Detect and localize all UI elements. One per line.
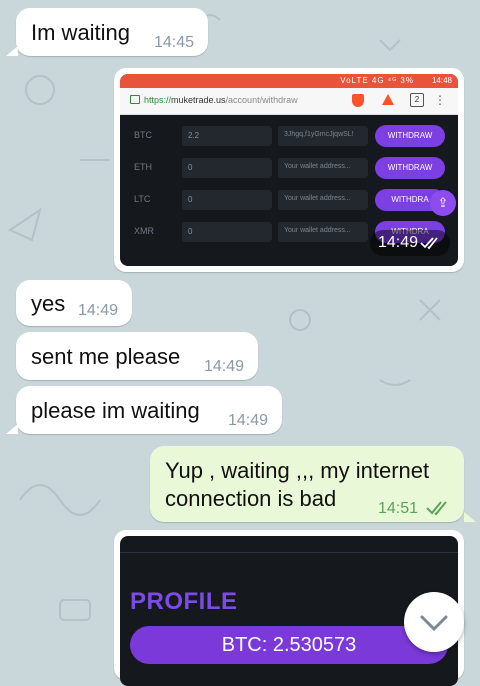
amount-value: 0 <box>188 163 193 172</box>
bubble-tail <box>464 512 476 522</box>
coin-label: BTC <box>134 130 152 140</box>
tab-count-icon: 2 <box>410 93 424 107</box>
wallet-value: Your wallet address... <box>284 163 351 170</box>
incoming-message[interactable]: sent me please 14:49 <box>16 332 258 380</box>
status-icons: VoLTE 4G ⁴ᴳ 3% <box>340 76 414 85</box>
wallet-field: Your wallet address... <box>278 190 368 210</box>
message-text: Im waiting <box>31 20 131 45</box>
status-time: 14:48 <box>431 76 452 85</box>
wallet-value: 3Jhgq,f1yGmcJjqwSL! <box>284 131 354 138</box>
photo-time: 14:49 <box>378 234 419 251</box>
photo-time-overlay: 14:49 <box>370 230 450 256</box>
deposit-icon: ⇪ <box>430 190 456 216</box>
profile-heading: PROFILE <box>130 588 238 615</box>
url-text: https://muketrade.us/account/withdraw <box>144 95 298 105</box>
coin-label: XMR <box>134 226 154 236</box>
withdraw-button: WITHDRAW <box>375 157 445 179</box>
message-time: 14:49 <box>228 412 269 429</box>
amount-value: 0 <box>188 195 193 204</box>
message-time: 14:45 <box>154 34 195 51</box>
wallet-field: 3Jhgq,f1yGmcJjqwSL! <box>278 126 368 146</box>
wallet-value: Your wallet address... <box>284 195 351 202</box>
url-domain: muketrade.us <box>171 95 226 105</box>
amount-value: 0 <box>188 227 193 236</box>
wallet-field: Your wallet address... <box>278 222 368 242</box>
coin-label: ETH <box>134 162 152 172</box>
message-time: 14:51 <box>378 500 419 517</box>
url-prefix: https:// <box>144 95 172 105</box>
message-text-line1: Yup , waiting ,,, my internet <box>165 458 430 483</box>
message-text: sent me please <box>31 344 181 369</box>
withdraw-row-eth: ETH 0 Your wallet address... WITHDRAW <box>120 154 458 184</box>
phone-status-bar: VoLTE 4G ⁴ᴳ 3% 14:48 <box>120 74 458 88</box>
brave-shield-icon <box>352 94 364 107</box>
photo-message-withdraw-screenshot[interactable]: VoLTE 4G ⁴ᴳ 3% 14:48 https://muketrade.u… <box>114 68 464 272</box>
divider <box>120 552 458 553</box>
bubble-tail <box>6 424 18 434</box>
btc-balance: BTC: 2.530573 <box>130 626 448 664</box>
double-check-icon <box>420 237 438 250</box>
lock-icon <box>130 95 140 104</box>
browser-url-bar: https://muketrade.us/account/withdraw 2 … <box>120 88 458 115</box>
amount-field: 0 <box>182 190 272 210</box>
message-time: 14:49 <box>204 358 245 375</box>
message-text: yes <box>31 291 66 316</box>
withdraw-row-btc: BTC 2.2 3Jhgq,f1yGmcJjqwSL! WITHDRAW <box>120 122 458 152</box>
message-text: please im waiting <box>31 398 200 423</box>
withdraw-row-ltc: LTC 0 Your wallet address... WITHDRA <box>120 186 458 216</box>
amount-field: 2.2 <box>182 126 272 146</box>
withdraw-button: WITHDRAW <box>375 125 445 147</box>
bubble-tail <box>6 46 18 56</box>
amount-field: 0 <box>182 222 272 242</box>
amount-value: 2.2 <box>188 131 200 140</box>
double-check-icon <box>426 501 447 516</box>
outgoing-message[interactable]: Yup , waiting ,,, my internet connection… <box>150 446 464 522</box>
wallet-field: Your wallet address... <box>278 158 368 178</box>
message-time: 14:49 <box>78 302 119 319</box>
incoming-message[interactable]: yes 14:49 <box>16 280 132 326</box>
chevron-down-icon <box>420 615 448 632</box>
more-menu-icon: ⋮ <box>434 93 446 107</box>
amount-field: 0 <box>182 158 272 178</box>
incoming-message[interactable]: please im waiting 14:49 <box>16 386 282 434</box>
brave-rewards-icon <box>382 94 394 105</box>
message-text-line2: connection is bad <box>165 486 337 511</box>
url-path: /account/withdraw <box>225 95 298 105</box>
incoming-message[interactable]: Im waiting 14:45 <box>16 8 208 56</box>
coin-label: LTC <box>134 194 151 204</box>
scroll-down-button[interactable] <box>404 592 464 652</box>
wallet-value: Your wallet address... <box>284 227 351 234</box>
